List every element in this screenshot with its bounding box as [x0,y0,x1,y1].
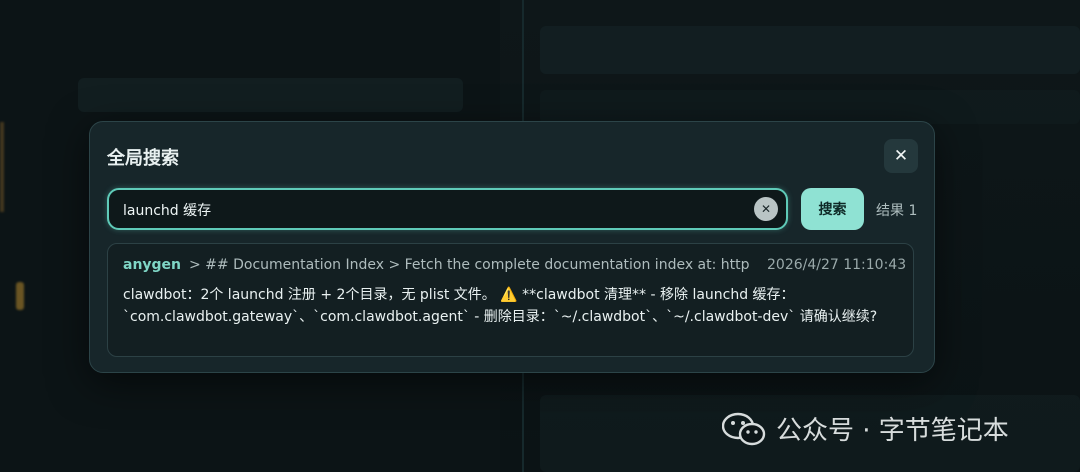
background-scroll-marker [16,282,24,310]
search-button[interactable]: 搜索 [801,188,864,230]
background-message-card [540,26,1080,74]
result-timestamp: 2026/4/27 11:10:43 [767,257,907,273]
background-input [78,78,463,112]
background-accent-bar [0,122,4,212]
wechat-icon [721,412,766,446]
watermark: 公众号 · 字节笔记本 [721,410,1009,447]
close-button[interactable]: ✕ [884,139,918,173]
result-source: anygen [123,257,182,273]
dialog-title: 全局搜索 [107,148,179,169]
clear-search-button[interactable]: ✕ [754,197,778,221]
search-input[interactable] [121,190,745,230]
watermark-text: 公众号 · 字节笔记本 [776,416,1009,446]
result-path: > ## Documentation Index > Fetch the com… [189,257,749,273]
background-message-header [540,90,1080,124]
search-result-item[interactable]: anygen > ## Documentation Index > Fetch … [107,243,914,357]
close-icon: ✕ [893,146,909,166]
result-count: 结果 1 [876,203,918,219]
result-snippet: clawdbot：2个 launchd 注册 + 2个目录，无 plist 文件… [123,287,878,325]
global-search-dialog: 全局搜索 ✕ ✕ 搜索 结果 1 anygen > ## Documentati… [89,121,935,373]
search-field[interactable]: ✕ [107,188,788,230]
clear-icon: ✕ [760,202,772,216]
